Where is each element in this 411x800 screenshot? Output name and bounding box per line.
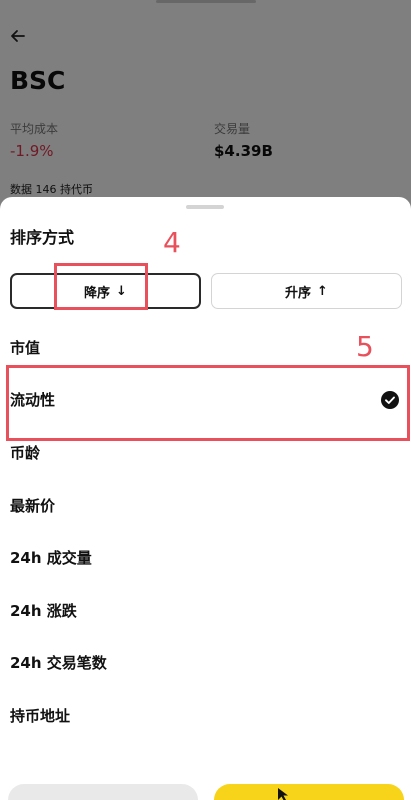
arrow-up-icon: ↑ <box>317 283 328 299</box>
sheet-handle[interactable] <box>186 205 224 209</box>
sort-option-label: 持币地址 <box>10 706 71 725</box>
sort-option-label: 市值 <box>10 338 41 357</box>
sort-option-label: 币龄 <box>10 443 41 462</box>
sort-option-24h-volume[interactable]: 24h 成交量 <box>0 531 411 584</box>
sort-option-holders[interactable]: 持币地址 <box>0 689 411 742</box>
annotation-box-4 <box>54 263 148 310</box>
sort-ascending-label: 升序 <box>285 285 312 301</box>
sort-option-label: 24h 成交量 <box>10 549 92 568</box>
sort-ascending-button[interactable]: 升序 ↑ <box>211 273 402 309</box>
confirm-button[interactable] <box>214 784 404 800</box>
screen: BSC 平均成本 交易量 -1.9% $4.39B 数据 146 持代币 排序方… <box>0 0 411 800</box>
annotation-number-5: 5 <box>356 330 374 363</box>
sort-option-label: 24h 涨跌 <box>10 601 77 620</box>
reset-button[interactable] <box>8 784 198 800</box>
cursor-icon <box>278 788 288 800</box>
sort-option-label: 最新价 <box>10 496 56 515</box>
sheet-title: 排序方式 <box>10 228 75 247</box>
annotation-number-4: 4 <box>163 226 181 259</box>
sort-option-latest-price[interactable]: 最新价 <box>0 479 411 532</box>
sort-option-24h-trades[interactable]: 24h 交易笔数 <box>0 637 411 690</box>
sort-option-label: 24h 交易笔数 <box>10 654 107 673</box>
annotation-box-5 <box>6 365 410 441</box>
sort-option-24h-change[interactable]: 24h 涨跌 <box>0 584 411 637</box>
